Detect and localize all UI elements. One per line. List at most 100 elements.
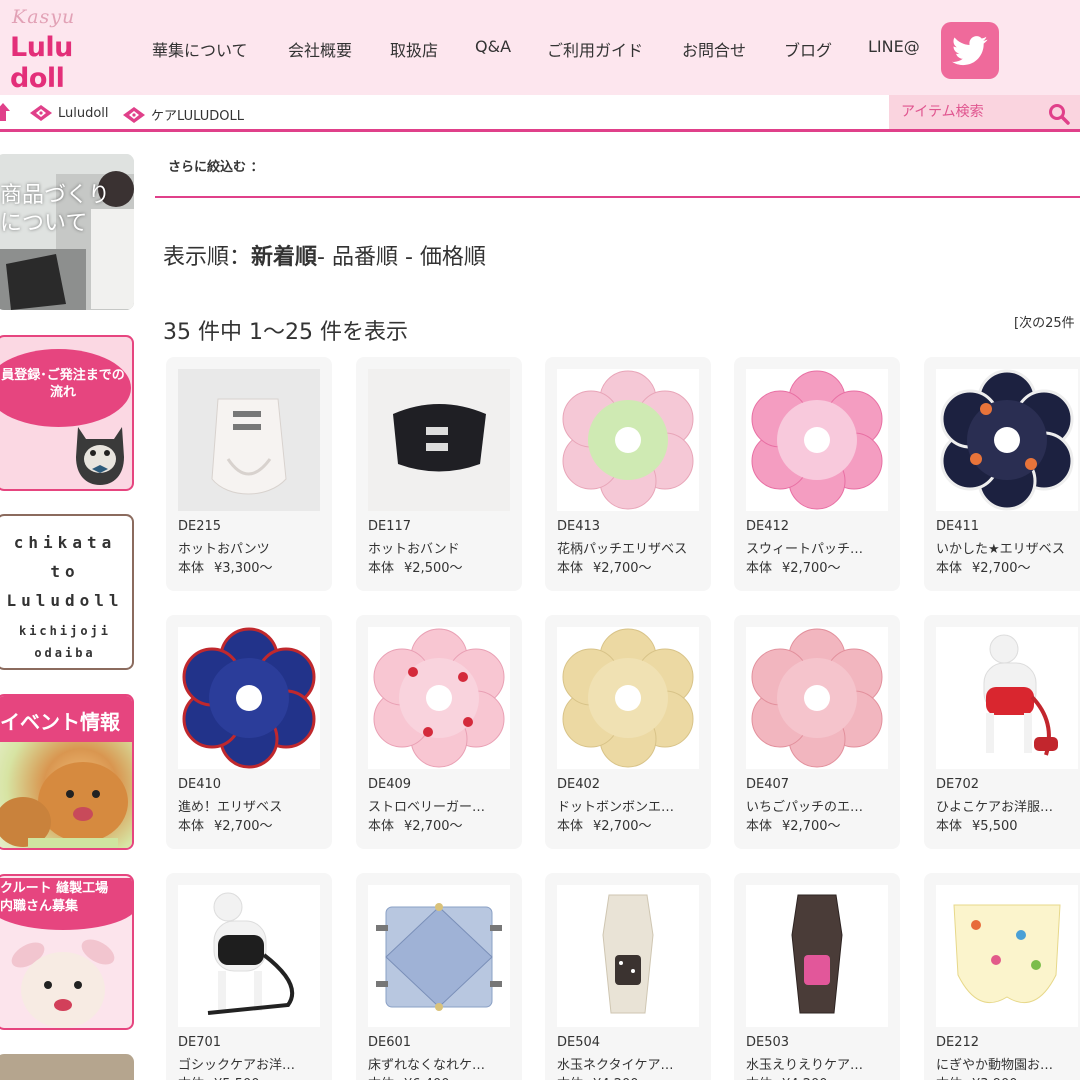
product-card[interactable]: DE601 床ずれなくなれケ…本体¥6,400 bbox=[356, 873, 522, 1080]
product-code: DE412 bbox=[746, 519, 790, 534]
nav-blog[interactable]: ブログ bbox=[784, 37, 832, 61]
breadcrumb-item-care[interactable]: ケアLULUDOLL bbox=[123, 105, 244, 124]
product-name[interactable]: ホットおバンド bbox=[368, 538, 514, 557]
product-name[interactable]: にぎやか動物園お… bbox=[936, 1054, 1080, 1073]
product-name[interactable]: 花柄パッチエリザベス bbox=[557, 538, 703, 557]
product-card[interactable]: DE503 水玉えりえりケア…本体¥4,200 bbox=[734, 873, 900, 1080]
next-page-link[interactable]: [次の25件 bbox=[1014, 312, 1075, 331]
product-card[interactable]: DE407 いちごパッチのエ… 本体 ¥2,700〜 bbox=[734, 615, 900, 849]
search-icon[interactable] bbox=[1048, 103, 1070, 125]
product-thumbnail[interactable] bbox=[368, 885, 510, 1027]
product-thumbnail[interactable] bbox=[936, 369, 1078, 511]
product-thumbnail[interactable] bbox=[368, 369, 510, 511]
product-price: 本体 ¥2,700〜 bbox=[746, 815, 851, 834]
price-prefix: 本体 bbox=[178, 561, 205, 576]
product-thumbnail[interactable] bbox=[368, 627, 510, 769]
banner-registration-flow[interactable]: 員登録･ご発注までの 流れ bbox=[0, 335, 134, 491]
product-thumbnail[interactable] bbox=[936, 627, 1078, 769]
product-card[interactable]: DE702 ひよこケアお洋服… 本体 ¥5,500 bbox=[924, 615, 1080, 849]
banner-events-text: イベント情報 bbox=[0, 710, 120, 734]
product-card[interactable]: DE409 ストロベリーガー… 本体 ¥2,700〜 bbox=[356, 615, 522, 849]
product-card[interactable]: DE402 ドットボンボンエ… 本体 ¥2,700〜 bbox=[545, 615, 711, 849]
product-name[interactable]: ホットおパンツ bbox=[178, 538, 324, 557]
product-code: DE410 bbox=[178, 777, 222, 792]
product-code: DE215 bbox=[178, 519, 222, 534]
breadcrumb-item-luludoll[interactable]: Luludoll bbox=[30, 105, 109, 121]
product-card[interactable]: DE410 進め！エリザベス 本体 ¥2,700〜 bbox=[166, 615, 332, 849]
product-card[interactable]: DE411 いかした★エリザベス 本体 ¥2,700〜 bbox=[924, 357, 1080, 591]
product-name[interactable]: いかした★エリザベス bbox=[936, 538, 1080, 557]
diamond-ornament-icon bbox=[30, 105, 52, 121]
product-thumbnail[interactable] bbox=[746, 885, 888, 1027]
product-name[interactable]: ゴシックケアお洋… bbox=[178, 1054, 324, 1073]
product-name[interactable]: 床ずれなくなれケ… bbox=[368, 1054, 514, 1073]
home-arrow-icon[interactable] bbox=[0, 103, 10, 121]
product-name[interactable]: ドットボンボンエ… bbox=[557, 796, 703, 815]
nav-company[interactable]: 会社概要 bbox=[288, 37, 352, 61]
nav-guide[interactable]: ご利用ガイド bbox=[547, 37, 643, 61]
sort-separator: - bbox=[317, 245, 332, 270]
product-thumbnail[interactable] bbox=[746, 627, 888, 769]
sort-price[interactable]: 価格順 bbox=[420, 245, 486, 270]
banner-production-text: 商品づくり について bbox=[0, 183, 111, 236]
banner-production[interactable]: 商品づくり について bbox=[0, 154, 134, 310]
nav-qa[interactable]: Q&A bbox=[475, 37, 511, 56]
product-code: DE701 bbox=[178, 1035, 222, 1050]
product-thumbnail[interactable] bbox=[557, 885, 699, 1027]
product-price: 本体¥4,200 bbox=[746, 1073, 838, 1080]
product-thumbnail[interactable] bbox=[178, 369, 320, 511]
sort-product-code[interactable]: 品番順 bbox=[332, 245, 398, 270]
bunny-dog-photo bbox=[11, 939, 115, 1028]
product-thumbnail[interactable] bbox=[178, 885, 320, 1027]
product-name[interactable]: ストロベリーガー… bbox=[368, 796, 514, 815]
price-prefix: 本体 bbox=[936, 561, 963, 576]
product-price: 本体¥5,500 bbox=[936, 815, 1028, 834]
product-card[interactable]: DE504 水玉ネクタイケア…本体¥4,200 bbox=[545, 873, 711, 1080]
price-prefix: 本体 bbox=[368, 819, 395, 834]
product-card[interactable]: DE212 にぎやか動物園お…本体¥3,900〜 bbox=[924, 873, 1080, 1080]
price-prefix: 本体 bbox=[557, 819, 584, 834]
nav-stores[interactable]: 取扱店 bbox=[390, 37, 438, 61]
twitter-button[interactable] bbox=[941, 22, 999, 79]
product-thumbnail[interactable] bbox=[557, 369, 699, 511]
product-card[interactable]: DE701 ゴシックケアお洋…本体¥5,500 bbox=[166, 873, 332, 1080]
banner-photo-partial[interactable] bbox=[0, 1054, 134, 1080]
product-price: 本体¥3,900〜 bbox=[936, 1073, 1041, 1080]
banner-shop-locations[interactable]: chikata to Luludoll kichijoji odaiba bbox=[0, 514, 134, 670]
product-code: DE504 bbox=[557, 1035, 601, 1050]
nav-contact[interactable]: お問合せ bbox=[682, 37, 746, 61]
product-code: DE503 bbox=[746, 1035, 790, 1050]
sort-separator: - bbox=[397, 245, 420, 270]
product-card[interactable]: DE215 ホットおパンツ 本体 ¥3,300〜 bbox=[166, 357, 332, 591]
sort-options: 表示順：新着順- 品番順 - 価格順 bbox=[163, 239, 486, 271]
product-name[interactable]: 水玉えりえりケア… bbox=[746, 1054, 892, 1073]
price-value: ¥2,500〜 bbox=[404, 561, 463, 576]
product-price: 本体 ¥2,700〜 bbox=[178, 815, 283, 834]
banner-recruit[interactable]: クルート 縫製工場 内職さん募集 bbox=[0, 874, 134, 1030]
nav-about-kashu[interactable]: 華集について bbox=[152, 37, 248, 61]
banner-shop-subtext: kichijoji odaiba bbox=[18, 624, 112, 660]
sort-newest[interactable]: 新着順 bbox=[251, 245, 317, 270]
product-thumbnail[interactable] bbox=[178, 627, 320, 769]
product-name[interactable]: 水玉ネクタイケア… bbox=[557, 1054, 703, 1073]
product-name[interactable]: ひよこケアお洋服… bbox=[936, 796, 1080, 815]
product-name[interactable]: 進め！エリザベス bbox=[178, 796, 324, 815]
nav-line[interactable]: LINE@ bbox=[868, 37, 920, 56]
price-prefix: 本体 bbox=[368, 561, 395, 576]
product-thumbnail[interactable] bbox=[746, 369, 888, 511]
product-price: 本体¥5,500 bbox=[178, 1073, 270, 1080]
product-card[interactable]: DE117 ホットおバンド 本体 ¥2,500〜 bbox=[356, 357, 522, 591]
product-thumbnail[interactable] bbox=[557, 627, 699, 769]
search-input[interactable] bbox=[889, 95, 1039, 129]
breadcrumb: Luludoll ケアLULUDOLL bbox=[0, 95, 1080, 132]
product-card[interactable]: DE412 スウィートパッチ… 本体 ¥2,700〜 bbox=[734, 357, 900, 591]
product-thumbnail[interactable] bbox=[936, 885, 1078, 1027]
banner-events[interactable]: イベント情報 bbox=[0, 694, 134, 850]
banner-events-header: イベント情報 bbox=[0, 696, 132, 742]
product-name[interactable]: いちごパッチのエ… bbox=[746, 796, 892, 815]
product-price: 本体 ¥2,700〜 bbox=[368, 815, 473, 834]
product-code: DE601 bbox=[368, 1035, 412, 1050]
product-card[interactable]: DE413 花柄パッチエリザベス 本体 ¥2,700〜 bbox=[545, 357, 711, 591]
twitter-bird-icon bbox=[952, 35, 988, 65]
product-name[interactable]: スウィートパッチ… bbox=[746, 538, 892, 557]
